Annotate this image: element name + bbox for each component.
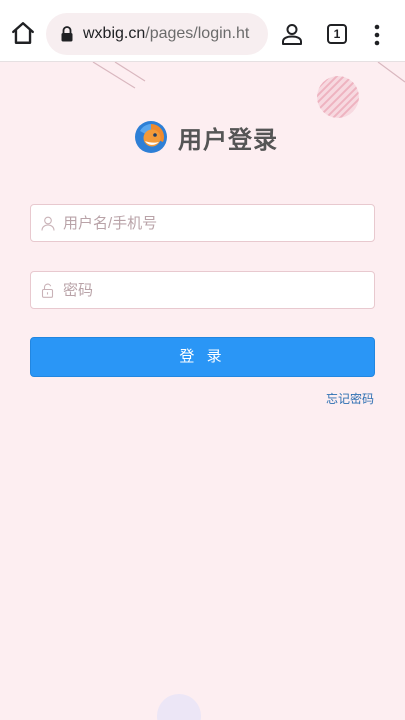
url-host: wxbig.cn xyxy=(83,25,146,42)
user-icon xyxy=(41,216,55,231)
username-field[interactable] xyxy=(30,204,375,242)
decorative-circle xyxy=(157,694,201,720)
more-menu-icon[interactable] xyxy=(369,22,385,48)
password-field[interactable] xyxy=(30,271,375,309)
username-input[interactable] xyxy=(63,205,363,241)
app-logo-icon xyxy=(135,121,167,153)
password-input[interactable] xyxy=(63,272,363,308)
address-bar[interactable]: wxbig.cn/pages/login.ht xyxy=(46,13,268,55)
url-text: wxbig.cn/pages/login.ht xyxy=(83,25,263,43)
home-icon[interactable] xyxy=(10,20,36,46)
unlock-icon xyxy=(41,283,54,298)
lock-icon[interactable] xyxy=(60,26,74,42)
login-button[interactable]: 登 录 xyxy=(30,337,375,377)
url-path: /pages/login.ht xyxy=(145,25,250,42)
forgot-password-link[interactable]: 忘记密码 xyxy=(326,390,374,407)
tab-switcher-button[interactable]: 1 xyxy=(327,24,347,44)
page-title: 用户登录 xyxy=(178,127,278,154)
account-icon[interactable] xyxy=(280,22,304,46)
browser-toolbar: wxbig.cn/pages/login.ht 1 xyxy=(0,0,405,62)
login-page: 用户登录 登 录 忘记密码 xyxy=(0,62,405,720)
